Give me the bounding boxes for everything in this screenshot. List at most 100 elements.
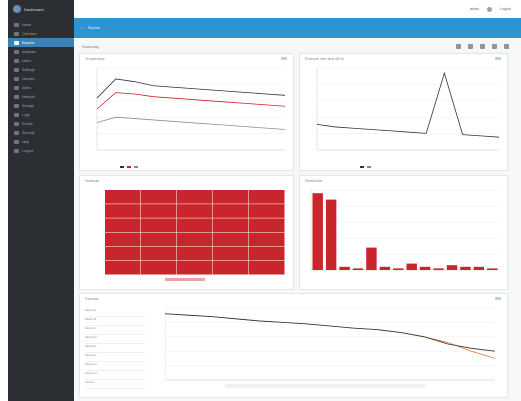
sidebar-item-settings[interactable]: Settings <box>8 65 74 74</box>
logout-link[interactable]: Logout <box>500 7 511 11</box>
sidebar-item-storage[interactable]: Storage <box>8 101 74 110</box>
heatmap-cell <box>177 246 213 261</box>
series-label: Series H <box>85 371 145 380</box>
bar <box>460 266 471 270</box>
panel-pressure: Pressure over time (kPa) <box>299 53 508 171</box>
bar <box>487 268 498 270</box>
heatmap-cell <box>141 246 177 261</box>
sidebar-item-label: Logout <box>22 148 33 153</box>
sidebar-item-label: Help <box>22 139 30 144</box>
sidebar-item-alerts[interactable]: Alerts <box>8 83 74 92</box>
bar-chart-distribution <box>310 189 499 271</box>
panel-title: Temperature <box>85 57 105 61</box>
refresh-icon[interactable] <box>456 44 461 49</box>
heatmap-cell <box>105 218 141 232</box>
brand-text: Dashboard <box>24 6 44 12</box>
heatmap-cell <box>105 232 141 247</box>
series-label: Series F <box>85 353 145 362</box>
nav-icon <box>14 139 19 144</box>
filter-icon[interactable] <box>468 44 473 49</box>
bar <box>366 247 377 270</box>
sidebar-item-label: Logs <box>22 112 30 117</box>
nav-icon <box>14 94 19 99</box>
forecast-line <box>165 313 496 359</box>
bar <box>406 263 417 270</box>
sidebar-item-label: Devices <box>22 76 35 81</box>
nav-icon <box>14 112 19 117</box>
series-label: Series E <box>85 344 145 353</box>
chart-legend <box>360 166 371 168</box>
page-title: Summary <box>82 44 100 49</box>
heatmap-cell <box>141 190 177 204</box>
nav-icon <box>14 22 19 27</box>
settings-icon[interactable] <box>504 44 509 49</box>
heatmap-cell <box>177 232 213 247</box>
sidebar-item-label: Overview <box>22 31 37 36</box>
panel-menu-icon[interactable] <box>495 57 501 60</box>
heatmap-cell <box>213 260 249 275</box>
panel-title: Forecast <box>85 297 99 301</box>
breadcrumb: Reports <box>88 26 101 30</box>
user-icon[interactable] <box>487 6 493 12</box>
sidebar-item-security[interactable]: Security <box>8 128 74 137</box>
color-scale <box>165 278 205 281</box>
series-list: Series A Series B Series C Series D Series E… <box>85 308 145 389</box>
line-chart-pressure <box>316 67 500 151</box>
nav-icon <box>14 40 19 45</box>
bar <box>433 268 444 270</box>
heatmap-cell <box>177 260 213 275</box>
subnav-bar: ← Reports <box>74 18 521 38</box>
sidebar-nav: Home Overview Reports Analytics Users Setting… <box>8 20 74 155</box>
heatmap-cell <box>105 190 141 204</box>
panel-menu-icon[interactable] <box>495 297 501 300</box>
heatmap-cell <box>177 218 213 232</box>
sidebar-item-events[interactable]: Events <box>8 119 74 128</box>
heatmap-cell <box>249 204 285 218</box>
bar <box>446 265 458 270</box>
actual-line <box>165 313 496 352</box>
heatmap-chart <box>105 190 285 281</box>
panel-title: Distribution <box>305 179 323 183</box>
nav-icon <box>14 85 19 90</box>
bar <box>325 199 337 270</box>
sidebar-item-overview[interactable]: Overview <box>8 29 74 38</box>
heatmap-cell <box>177 204 213 218</box>
back-arrow-icon[interactable]: ← <box>80 25 85 31</box>
sidebar-item-label: Analytics <box>22 49 37 54</box>
heatmap-cell <box>177 190 213 204</box>
sidebar-item-label: Alerts <box>22 85 31 90</box>
panel-menu-icon[interactable] <box>281 57 287 60</box>
chart-legend <box>120 166 138 168</box>
heatmap-cell <box>249 218 285 232</box>
heatmap-cell <box>249 190 285 204</box>
calendar-icon[interactable] <box>480 44 485 49</box>
user-name[interactable]: admin <box>470 7 480 11</box>
sidebar-item-help[interactable]: Help <box>8 137 74 146</box>
logo-icon <box>13 5 21 13</box>
nav-icon <box>14 76 19 81</box>
panel-title: Pressure over time (kPa) <box>305 57 344 61</box>
sidebar-item-reports[interactable]: Reports <box>8 38 74 47</box>
heatmap-cell <box>249 232 285 247</box>
sidebar-item-network[interactable]: Network <box>8 92 74 101</box>
brand[interactable]: Dashboard <box>8 0 74 18</box>
series-line <box>96 116 286 130</box>
series-label: Series I <box>85 380 145 389</box>
sidebar-item-users[interactable]: Users <box>8 56 74 65</box>
heatmap-cell <box>141 260 177 275</box>
nav-icon <box>14 121 19 126</box>
sidebar-item-logout[interactable]: Logout <box>8 146 74 155</box>
bar <box>379 266 391 270</box>
heatmap-cell <box>249 246 285 261</box>
heatmap-cell <box>105 204 141 218</box>
download-icon[interactable] <box>492 44 497 49</box>
heatmap-cell <box>213 232 249 247</box>
series-label: Series G <box>85 362 145 371</box>
sidebar-item-analytics[interactable]: Analytics <box>8 47 74 56</box>
main-content: Summary Temperature Pressure over time (… <box>74 38 521 401</box>
sidebar-item-home[interactable]: Home <box>8 20 74 29</box>
sidebar: Dashboard Home Overview Reports Analytics Us… <box>8 0 74 401</box>
nav-icon <box>14 148 19 153</box>
sidebar-item-logs[interactable]: Logs <box>8 110 74 119</box>
sidebar-item-devices[interactable]: Devices <box>8 74 74 83</box>
